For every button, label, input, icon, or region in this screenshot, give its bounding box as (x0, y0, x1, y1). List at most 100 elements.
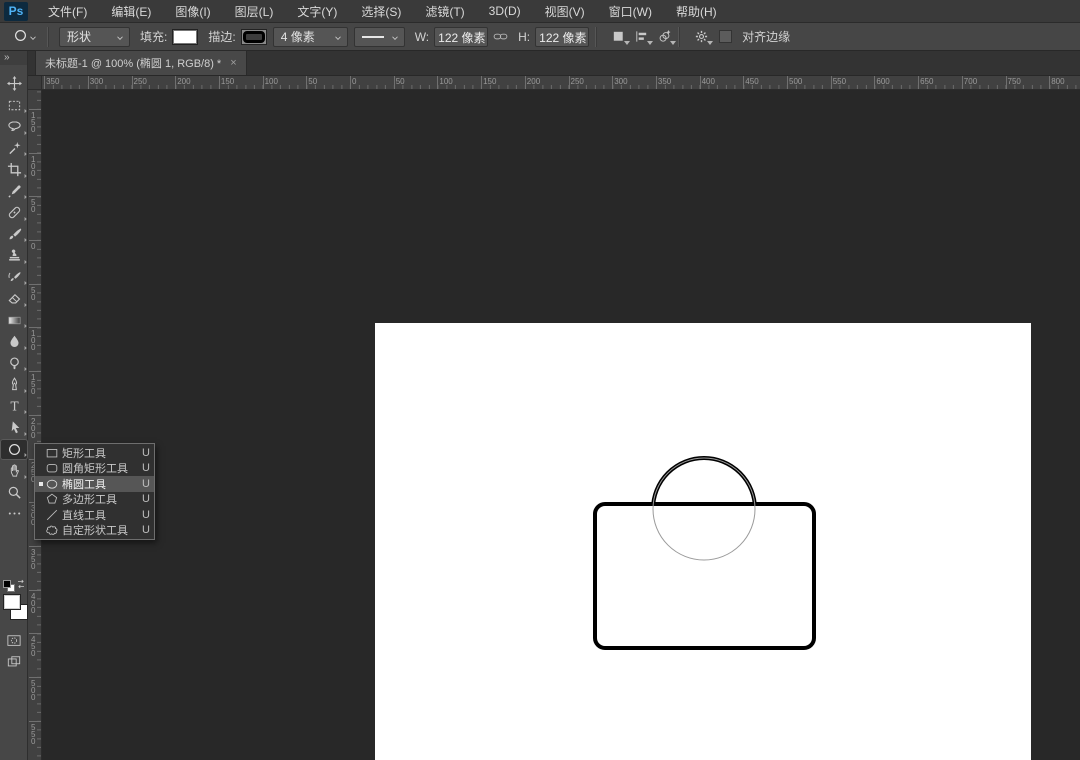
flyout-item-直线工具[interactable]: 直线工具U (35, 507, 154, 523)
menu-item-type[interactable]: 文字(Y) (285, 0, 349, 23)
ruler-tick (29, 240, 42, 241)
crop-tool[interactable] (0, 159, 28, 181)
ruler-tick (394, 76, 395, 89)
ruler-label: 50 (396, 77, 405, 86)
tool-mode-select[interactable]: 形状 (59, 27, 130, 47)
quick-mask-mode-button[interactable] (5, 634, 23, 648)
zoom-tool[interactable] (0, 482, 28, 504)
width-field-label: W: (415, 30, 429, 44)
fill-color-swatch[interactable] (172, 29, 198, 45)
menu-item-edit[interactable]: 编辑(E) (99, 0, 163, 23)
menu-item-file[interactable]: 文件(F) (36, 0, 99, 23)
geometry-options-gear-icon[interactable] (694, 29, 709, 44)
default-colors-icon[interactable] (3, 580, 14, 591)
ruler-label: 200 (527, 77, 540, 86)
ruler-label: 150 (221, 77, 234, 86)
magic-wand-tool[interactable] (0, 138, 28, 160)
ellipse-shape-tool[interactable] (0, 439, 28, 461)
lasso-tool[interactable] (0, 116, 28, 138)
eyedropper-tool[interactable] (0, 181, 28, 203)
type-tool[interactable]: T (0, 396, 28, 418)
ruler-tick (29, 546, 42, 547)
flyout-item-椭圆工具[interactable]: 椭圆工具U (35, 476, 154, 492)
ruler-label: 450 (745, 77, 758, 86)
path-alignment-button[interactable] (634, 29, 649, 44)
ruler-tick (29, 721, 42, 722)
move-tool[interactable] (0, 73, 28, 95)
ruler-tick (29, 677, 42, 678)
menu-item-3d[interactable]: 3D(D) (477, 0, 533, 23)
ruler-label: 450 (31, 636, 35, 657)
menu-item-filter[interactable]: 滤镜(T) (413, 0, 476, 23)
collapse-toolbar-button[interactable]: » (0, 51, 27, 65)
ruler-tick (612, 76, 613, 89)
eraser-tool[interactable] (0, 288, 28, 310)
width-input[interactable]: 122 像素 (434, 27, 488, 47)
separator (595, 27, 597, 47)
path-arrange-button[interactable] (657, 29, 672, 44)
ruler-tick (29, 153, 42, 154)
swap-colors-icon[interactable] (15, 578, 27, 590)
menu-item-view[interactable]: 视图(V) (533, 0, 597, 23)
document-tab[interactable]: 未标题-1 @ 100% (椭圆 1, RGB/8) * × (35, 50, 247, 75)
menu-item-window[interactable]: 窗口(W) (597, 0, 664, 23)
shape-layers (375, 323, 1031, 760)
clone-stamp-tool[interactable] (0, 245, 28, 267)
path-operations-button[interactable] (611, 29, 626, 44)
ruler-tick (219, 76, 220, 89)
brush-tool[interactable] (0, 224, 28, 246)
ruler-corner (28, 76, 42, 90)
screen-mode-button[interactable] (5, 655, 23, 669)
menu-item-image[interactable]: 图像(I) (163, 0, 222, 23)
align-edges-label: 对齐边缘 (742, 28, 790, 45)
marquee-tool[interactable] (0, 95, 28, 117)
ruler-tick (29, 284, 42, 285)
flyout-item-自定形状工具[interactable]: 自定形状工具U (35, 523, 154, 539)
chevron-down-icon (333, 32, 343, 42)
gradient-tool[interactable] (0, 310, 28, 332)
ps-logo-icon[interactable]: Ps (4, 2, 28, 21)
fill-label: 填充: (140, 28, 167, 45)
dodge-tool[interactable] (0, 353, 28, 375)
align-edges-checkbox[interactable] (719, 30, 732, 43)
pasteboard (28, 90, 1080, 760)
ruler-label: 200 (177, 77, 190, 86)
pen-tool[interactable] (0, 374, 28, 396)
blur-tool[interactable] (0, 331, 28, 353)
flyout-item-多边形工具[interactable]: 多边形工具U (35, 492, 154, 508)
tool-preset-dropdown[interactable] (10, 26, 41, 48)
options-bar: 形状 填充: 描边: 4 像素 W: 122 像素 H: 122 像素 对齐边缘 (0, 23, 1080, 51)
height-input[interactable]: 122 像素 (535, 27, 589, 47)
ruler-tick (29, 109, 42, 110)
path-selection-tool[interactable] (0, 417, 28, 439)
vertical-ruler[interactable]: 1501005005010015020025030035040045050055… (28, 90, 42, 760)
edit-toolbar[interactable] (0, 503, 28, 525)
ruler-label: 150 (31, 112, 35, 133)
link-dimensions-icon[interactable] (493, 29, 508, 44)
ruler-tick (743, 76, 744, 89)
menu-item-select[interactable]: 选择(S) (349, 0, 413, 23)
ruler-label: 700 (964, 77, 977, 86)
hand-tool[interactable] (0, 460, 28, 482)
menu-item-help[interactable]: 帮助(H) (664, 0, 729, 23)
menu-bar: Ps 文件(F)编辑(E)图像(I)图层(L)文字(Y)选择(S)滤镜(T)3D… (0, 0, 1080, 23)
foreground-color-swatch[interactable] (3, 594, 21, 610)
flyout-item-圆角矩形工具[interactable]: 圆角矩形工具U (35, 461, 154, 477)
stroke-style-select[interactable] (354, 27, 405, 47)
ruler-label: 500 (789, 77, 802, 86)
ruler-tick (831, 76, 832, 89)
ruler-tick (29, 371, 42, 372)
ruler-label: 100 (31, 330, 35, 351)
document-canvas[interactable] (375, 323, 1031, 760)
ruler-tick (1049, 76, 1050, 89)
ruler-label: 300 (90, 77, 103, 86)
document-tab-title: 未标题-1 @ 100% (椭圆 1, RGB/8) * (45, 55, 221, 71)
stroke-width-select[interactable]: 4 像素 (273, 27, 348, 47)
horizontal-ruler[interactable]: 3503002502001501005005010015020025030035… (28, 76, 1080, 90)
tab-close-icon[interactable]: × (230, 57, 236, 69)
flyout-item-矩形工具[interactable]: 矩形工具U (35, 445, 154, 461)
stroke-color-swatch[interactable] (241, 29, 267, 45)
history-brush-tool[interactable] (0, 267, 28, 289)
healing-brush-tool[interactable] (0, 202, 28, 224)
menu-item-layer[interactable]: 图层(L) (223, 0, 286, 23)
